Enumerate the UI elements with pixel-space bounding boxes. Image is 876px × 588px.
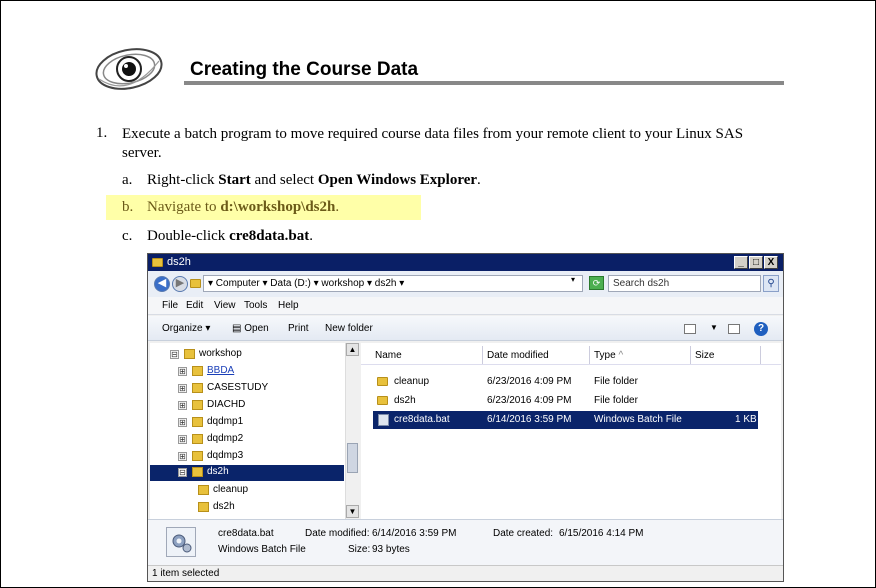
folder-icon <box>192 400 203 410</box>
window-title: ds2h <box>167 256 191 268</box>
title-underline <box>184 81 784 85</box>
tree-item-ds2h[interactable]: ⊟ ds2h <box>150 465 344 481</box>
navigation-pane: ⊟ workshop ⊞ BBDA ⊞ CASESTUDY ⊞ DIACHD ⊞ <box>150 343 359 519</box>
document-page: Creating the Course Data 1. Execute a ba… <box>0 0 876 588</box>
step-number: 1. <box>96 125 108 141</box>
menu-help[interactable]: Help <box>278 300 299 311</box>
folder-icon <box>192 417 203 427</box>
details-filename: cre8data.bat <box>218 528 274 539</box>
scroll-thumb[interactable] <box>347 443 358 473</box>
search-icon[interactable]: ⚲ <box>763 275 779 292</box>
open-button[interactable]: ▤ Open <box>232 323 269 334</box>
tree-item-bbda[interactable]: ⊞ BBDA <box>178 364 338 379</box>
folder-icon <box>192 467 203 477</box>
substep-c: c. Double-click cre8data.bat. <box>122 228 313 244</box>
file-row[interactable]: cleanup 6/23/2016 4:09 PM File folder <box>373 373 758 391</box>
address-field[interactable]: ▾ Computer ▾ Data (D:) ▾ workshop ▾ ds2h… <box>203 275 583 292</box>
expand-icon[interactable]: ⊞ <box>178 367 187 376</box>
search-input[interactable]: Search ds2h <box>608 275 761 292</box>
col-date-modified[interactable]: Date modified <box>483 346 590 364</box>
collapse-icon[interactable]: ⊟ <box>170 350 179 359</box>
folder-icon <box>377 377 388 386</box>
back-button[interactable]: ◀ <box>154 276 170 292</box>
batch-file-icon <box>378 414 389 426</box>
new-folder-button[interactable]: New folder <box>325 323 373 334</box>
folder-icon <box>152 258 163 267</box>
address-dropdown[interactable]: ▾ <box>571 275 575 284</box>
details-modified-value: 6/14/2016 3:59 PM <box>372 528 457 539</box>
expand-icon[interactable]: ⊞ <box>178 452 187 461</box>
details-modified-label: Date modified: <box>305 528 370 539</box>
minimize-button[interactable]: _ <box>734 256 748 269</box>
col-size[interactable]: Size <box>691 346 761 364</box>
file-row[interactable]: ds2h 6/23/2016 4:09 PM File folder <box>373 392 758 410</box>
col-type[interactable]: Type ^ <box>590 346 691 364</box>
title-bar: ds2h _ □ X <box>148 254 783 271</box>
expand-icon[interactable]: ⊞ <box>178 384 187 393</box>
menu-edit[interactable]: Edit <box>186 300 203 311</box>
folder-icon <box>377 396 388 405</box>
file-row-selected[interactable]: cre8data.bat 6/14/2016 3:59 PM Windows B… <box>373 411 758 429</box>
details-size-value: 93 bytes <box>372 544 410 555</box>
expand-icon[interactable]: ⊞ <box>178 418 187 427</box>
menu-tools[interactable]: Tools <box>244 300 267 311</box>
tree-item-dqdmp2[interactable]: ⊞ dqdmp2 <box>178 432 338 447</box>
folder-icon <box>192 451 203 461</box>
maximize-button[interactable]: □ <box>749 256 763 269</box>
folder-icon <box>190 279 201 288</box>
step-text: Execute a batch program to move required… <box>122 126 744 161</box>
command-bar: Organize ▾ ▤ Open Print New folder ▼ ? <box>148 316 783 341</box>
folder-icon <box>192 366 203 376</box>
folder-icon <box>198 485 209 495</box>
col-name[interactable]: Name <box>371 346 483 364</box>
folder-icon <box>184 349 195 359</box>
batch-file-gear-icon <box>166 527 196 557</box>
tree-item-cleanup[interactable]: cleanup <box>198 483 338 498</box>
scroll-up-icon[interactable]: ▲ <box>346 343 359 356</box>
forward-button[interactable]: ▶ <box>172 276 188 292</box>
view-list-icon[interactable] <box>684 324 696 334</box>
print-button[interactable]: Print <box>288 323 309 334</box>
details-created-label: Date created: <box>493 528 554 539</box>
details-created-value: 6/15/2016 4:14 PM <box>559 528 644 539</box>
tree-item-diachd[interactable]: ⊞ DIACHD <box>178 398 338 413</box>
organize-button[interactable]: Organize ▾ <box>162 323 210 334</box>
details-size-label: Size: <box>348 544 371 555</box>
substep-a: a. Right-click Start and select Open Wind… <box>122 172 481 188</box>
expand-icon[interactable]: ⊞ <box>178 401 187 410</box>
eye-icon <box>95 48 163 90</box>
close-button[interactable]: X <box>764 256 778 269</box>
page-title: Creating the Course Data <box>190 59 419 80</box>
view-dropdown-icon[interactable]: ▼ <box>710 323 718 332</box>
menu-bar: File Edit View Tools Help <box>148 297 783 315</box>
column-headers: Name Date modified Type ^ Size <box>361 343 781 365</box>
tree-item-workshop[interactable]: ⊟ workshop <box>170 347 340 362</box>
preview-pane-icon[interactable] <box>728 324 740 334</box>
folder-icon <box>198 502 209 512</box>
status-bar: 1 item selected <box>148 565 783 581</box>
sort-ascending-icon: ^ <box>618 350 624 361</box>
menu-file[interactable]: File <box>162 300 178 311</box>
status-text: 1 item selected <box>152 568 220 579</box>
substep-b: b. Navigate to d:\workshop\ds2h. <box>122 199 340 215</box>
address-bar-row: ◀ ▶ ▾ Computer ▾ Data (D:) ▾ workshop ▾ … <box>148 271 783 297</box>
scroll-down-icon[interactable]: ▼ <box>346 505 359 518</box>
folder-icon <box>192 434 203 444</box>
tree-item-dqdmp3[interactable]: ⊞ dqdmp3 <box>178 449 338 464</box>
details-pane: cre8data.bat Windows Batch File Date mod… <box>148 519 783 565</box>
help-icon[interactable]: ? <box>754 322 768 336</box>
refresh-button[interactable]: ⟳ <box>589 276 604 290</box>
tree-item-dqdmp1[interactable]: ⊞ dqdmp1 <box>178 415 338 430</box>
expand-icon[interactable]: ⊞ <box>178 435 187 444</box>
explorer-window: ds2h _ □ X ◀ ▶ ▾ Computer ▾ Data (D:) ▾ … <box>147 253 784 582</box>
tree-item-ds2h-sub[interactable]: ds2h <box>198 500 338 515</box>
file-list-pane: Name Date modified Type ^ Size cleanup 6… <box>361 343 781 519</box>
details-filetype: Windows Batch File <box>218 544 306 555</box>
tree-scrollbar[interactable]: ▲ ▼ <box>345 343 359 519</box>
menu-view[interactable]: View <box>214 300 236 311</box>
folder-icon <box>192 383 203 393</box>
collapse-icon[interactable]: ⊟ <box>178 468 187 477</box>
tree-item-casestudy[interactable]: ⊞ CASESTUDY <box>178 381 338 396</box>
